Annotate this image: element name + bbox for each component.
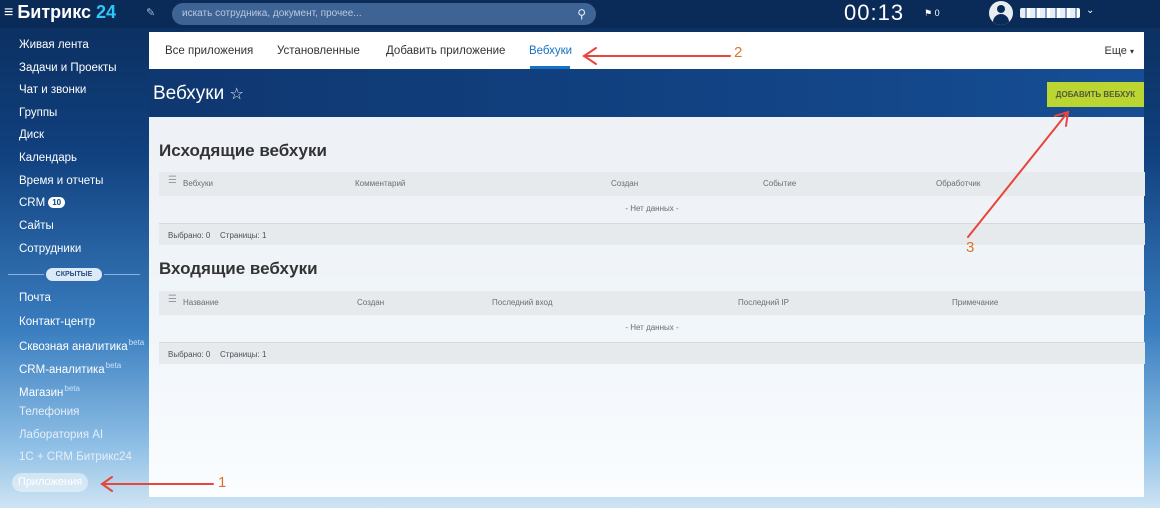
sidebar-item-crm[interactable]: CRM 10 — [19, 197, 66, 209]
column-header[interactable]: Вебхуки — [183, 179, 213, 188]
empty-state: - Нет данных - — [625, 204, 679, 213]
flag-count: 0 — [934, 8, 940, 18]
tab-installed[interactable]: Установленные — [277, 45, 360, 57]
clock[interactable]: 00:13 — [844, 0, 904, 26]
sidebar-item-apps[interactable]: Приложения — [12, 473, 88, 492]
column-header[interactable]: Обработчик — [936, 179, 980, 188]
column-header[interactable]: Название — [183, 298, 219, 307]
sidebar-item-tasks[interactable]: Задачи и Проекты — [19, 62, 117, 74]
beta-label: beta — [64, 384, 80, 393]
tab-all-apps[interactable]: Все приложения — [165, 45, 253, 57]
column-header[interactable]: Событие — [763, 179, 796, 188]
main-content: Исходящие вебхуки ☰ Вебхуки Комментарий … — [149, 117, 1145, 497]
column-header[interactable]: Последний вход — [492, 298, 553, 307]
sidebar-item-feed[interactable]: Живая лента — [19, 39, 89, 51]
outgoing-table-footer: Выбрано: 0 Страницы: 1 — [159, 223, 1145, 245]
star-icon[interactable]: ☆ — [230, 86, 244, 103]
sidebar-item-1c[interactable]: 1С + CRM Битрикс24 — [19, 451, 132, 463]
more-menu[interactable]: Еще ▾ — [1105, 45, 1134, 57]
sidebar-item-label: CRM-аналитика — [19, 364, 105, 376]
hidden-toggle[interactable]: СКРЫТЫЕ — [46, 268, 102, 281]
hidden-separator: СКРЫТЫЕ — [8, 268, 140, 282]
page-count: Страницы: 1 — [220, 231, 267, 240]
column-settings-icon[interactable]: ☰ — [168, 175, 177, 186]
user-name[interactable] — [1020, 8, 1080, 18]
sidebar-item-shop[interactable]: Магазинbeta — [19, 384, 80, 399]
sidebar-item-employees[interactable]: Сотрудники — [19, 243, 81, 255]
sidebar: Живая лента Задачи и Проекты Чат и звонк… — [0, 32, 148, 508]
avatar[interactable] — [989, 1, 1013, 25]
sidebar-item-label: CRM — [19, 197, 46, 209]
search-input[interactable]: искать сотрудника, документ, прочее... ⚲ — [172, 3, 596, 25]
add-webhook-button[interactable]: ДОБАВИТЬ ВЕБХУК — [1047, 82, 1144, 107]
top-header: ≡ Битрикс 24 ✎ искать сотрудника, докуме… — [0, 0, 1160, 28]
flag-counter[interactable]: ⚑ 0 — [924, 8, 940, 19]
column-settings-icon[interactable]: ☰ — [168, 294, 177, 305]
sidebar-item-analytics[interactable]: Сквозная аналитикаbeta — [19, 338, 144, 353]
brand-name: Битрикс — [17, 2, 92, 22]
search-placeholder: искать сотрудника, документ, прочее... — [182, 8, 362, 19]
chevron-down-icon[interactable]: ⌄ — [1086, 5, 1094, 16]
outgoing-table-header: ☰ Вебхуки Комментарий Создан Событие Обр… — [159, 172, 1145, 196]
sidebar-item-groups[interactable]: Группы — [19, 107, 57, 119]
search-icon[interactable]: ⚲ — [577, 3, 586, 25]
sidebar-item-label: Сквозная аналитика — [19, 341, 128, 353]
sidebar-item-mail[interactable]: Почта — [19, 292, 51, 304]
incoming-section-title: Входящие вебхуки — [159, 259, 318, 278]
page-count: Страницы: 1 — [220, 350, 267, 359]
column-header[interactable]: Последний IP — [738, 298, 789, 307]
sidebar-item-time[interactable]: Время и отчеты — [19, 175, 103, 187]
sidebar-item-calendar[interactable]: Календарь — [19, 152, 77, 164]
sidebar-item-telephony[interactable]: Телефония — [19, 406, 79, 418]
selected-count: Выбрано: 0 — [168, 231, 211, 240]
sidebar-item-chat[interactable]: Чат и звонки — [19, 84, 86, 96]
more-label: Еще — [1104, 45, 1127, 57]
annotation-number: 3 — [966, 239, 975, 256]
chevron-down-icon: ▾ — [1129, 47, 1134, 56]
tab-add-app[interactable]: Добавить приложение — [386, 45, 505, 57]
outgoing-section-title: Исходящие вебхуки — [159, 141, 327, 160]
tab-webhooks[interactable]: Вебхуки — [529, 45, 572, 57]
empty-state: - Нет данных - — [625, 323, 679, 332]
sidebar-item-contact-center[interactable]: Контакт-центр — [19, 316, 95, 328]
pin-icon[interactable]: ✎ — [146, 6, 155, 19]
sidebar-item-sites[interactable]: Сайты — [19, 220, 54, 232]
page-title-text: Вебхуки — [153, 83, 225, 104]
sidebar-item-ai-lab[interactable]: Лаборатория AI — [19, 429, 103, 441]
menu-icon[interactable]: ≡ — [4, 4, 13, 22]
sidebar-item-label: Магазин — [19, 387, 64, 399]
brand-logo[interactable]: ≡ Битрикс 24 — [4, 2, 116, 23]
selected-count: Выбрано: 0 — [168, 350, 211, 359]
beta-label: beta — [105, 361, 122, 370]
crm-counter-badge: 10 — [48, 197, 66, 208]
column-header[interactable]: Создан — [357, 298, 384, 307]
incoming-table-footer: Выбрано: 0 Страницы: 1 — [159, 342, 1145, 364]
column-header[interactable]: Комментарий — [355, 179, 405, 188]
page-header: Вебхуки ☆ ДОБАВИТЬ ВЕБХУК — [149, 69, 1144, 117]
annotation-number: 1 — [218, 474, 227, 491]
annotation-number: 2 — [734, 44, 743, 61]
column-header[interactable]: Примечание — [952, 298, 998, 307]
incoming-table-header: ☰ Название Создан Последний вход Последн… — [159, 291, 1145, 315]
page-title: Вебхуки ☆ — [153, 83, 244, 105]
sidebar-item-crm-analytics[interactable]: CRM-аналитикаbeta — [19, 361, 121, 376]
brand-number: 24 — [96, 2, 117, 22]
tab-bar: Все приложения Установленные Добавить пр… — [149, 32, 1144, 69]
column-header[interactable]: Создан — [611, 179, 638, 188]
beta-label: beta — [128, 338, 145, 347]
sidebar-item-disk[interactable]: Диск — [19, 129, 44, 141]
